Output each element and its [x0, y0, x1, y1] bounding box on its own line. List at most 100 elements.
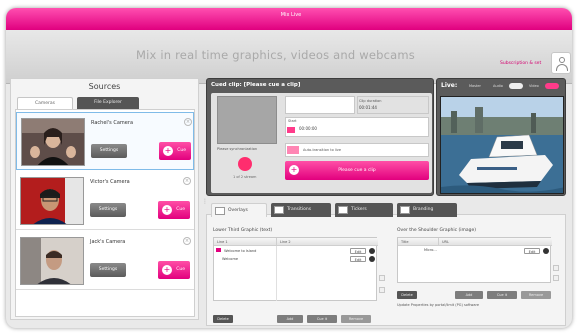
delete-button[interactable]: Delete [397, 291, 417, 299]
user-avatar-icon[interactable] [551, 52, 571, 74]
avatar-head [559, 57, 565, 63]
app-header: Mix in real time graphics, videos and we… [6, 30, 572, 84]
cued-clip-title: Cued clip: [Please cue a clip] [211, 82, 301, 88]
update-note: Update Properties by portal/limit (PG) s… [397, 303, 479, 307]
camera-thumbnail [21, 118, 85, 166]
tab-overlays-label: Overlays [228, 208, 248, 213]
tickers-icon [338, 206, 348, 214]
settings-button[interactable]: Settings [91, 144, 127, 158]
table-row[interactable]: Micro... [424, 248, 437, 252]
remove-button[interactable]: Remove [521, 291, 551, 299]
cue-button[interactable]: + Cue [159, 142, 191, 160]
tab-overlays[interactable]: Overlays [211, 203, 267, 217]
panel-splitter-handle[interactable]: ⋮ [202, 198, 208, 212]
camera-name: Jack's Camera [90, 239, 126, 245]
title-bar: Mix Live [6, 8, 572, 30]
lower-third-title: Lower Third Graphic (text) [213, 228, 273, 233]
cue-it-button[interactable]: Cue it [307, 315, 337, 323]
tab-file-explorer[interactable]: File Explorer [77, 97, 139, 109]
camera-name: Victor's Camera [90, 179, 130, 185]
cue-button[interactable]: + Cue [158, 201, 190, 219]
start-value: 00:00:00 [299, 126, 317, 131]
auto-transition-toggle[interactable] [287, 146, 299, 154]
live-title: Live: [441, 82, 458, 89]
add-button[interactable]: Add [277, 315, 303, 323]
sources-panel: Sources Cameras File Explorer Rachel's C… [10, 78, 199, 320]
cue-clip-label: Please cue a clip [338, 168, 376, 173]
add-button[interactable]: Add [455, 291, 483, 299]
lower-third-table: Line 1 Line 2 Welcome to Island Edit Wel… [213, 237, 378, 301]
tab-cameras[interactable]: Cameras [17, 97, 73, 109]
cue-clip-button[interactable]: + Please cue a clip [285, 161, 429, 180]
delete-button[interactable]: Delete [213, 315, 233, 323]
tab-tickers-label: Tickers [351, 207, 367, 212]
cue-label: Cue [177, 148, 186, 153]
close-icon[interactable]: × [183, 237, 191, 245]
remove-row-icon[interactable] [369, 248, 375, 254]
audio-control[interactable]: Audio [493, 84, 503, 88]
camera-item-rachel[interactable]: Rachel's Camera × Settings + Cue [16, 112, 194, 170]
tab-transitions-label: Transitions [287, 207, 312, 212]
camera-list: Rachel's Camera × Settings + Cue Victor'… [15, 109, 195, 317]
stream-count-text: 1 of 2 stream [233, 175, 257, 179]
remove-button[interactable]: Remove [341, 315, 371, 323]
start-label: Start [288, 119, 297, 123]
camera-thumbnail-image [22, 119, 84, 165]
edit-button[interactable]: Edit [350, 248, 366, 254]
cue-button[interactable]: + Cue [158, 261, 190, 279]
user-link[interactable]: Subscription & set [500, 61, 541, 66]
preview-status-text: Please synchronization [217, 147, 258, 151]
move-down-icon[interactable] [379, 287, 385, 293]
camera-item-victor[interactable]: Victor's Camera × Settings + Cue [16, 172, 194, 230]
tab-branding-label: Branding [413, 207, 434, 212]
close-icon[interactable]: × [183, 177, 191, 185]
remove-row-icon[interactable] [369, 256, 375, 262]
video-control[interactable]: Video [529, 84, 539, 88]
video-toggle[interactable] [545, 83, 559, 89]
camera-thumbnail [20, 177, 84, 225]
edit-button[interactable]: Edit [524, 248, 540, 254]
cue-label: Cue [176, 207, 185, 212]
move-up-icon[interactable] [379, 275, 385, 281]
column-header-line2[interactable]: Line 2 [276, 238, 378, 246]
tab-branding[interactable]: Branding [397, 203, 457, 217]
cued-clip-body: Please synchronization 1 of 2 stream Cli… [211, 93, 432, 193]
app-window: Mix Live Mix in real time graphics, vide… [6, 8, 572, 328]
cue-it-button[interactable]: Cue it [487, 291, 517, 299]
transitions-icon [274, 206, 284, 214]
cue-label: Cue [176, 267, 185, 272]
plus-icon: + [162, 265, 172, 275]
branding-icon [400, 206, 410, 214]
live-video-image [441, 97, 563, 193]
column-divider [276, 246, 277, 301]
camera-thumbnail [20, 237, 84, 285]
tab-transitions[interactable]: Transitions [271, 203, 331, 217]
master-control[interactable]: Master [469, 84, 481, 88]
tab-tickers[interactable]: Tickers [335, 203, 393, 217]
header-tagline: Mix in real time graphics, videos and we… [136, 48, 415, 62]
move-down-icon[interactable] [553, 275, 559, 281]
table-row[interactable]: Welcome to Island [216, 248, 256, 253]
column-header-title[interactable]: Title [398, 238, 438, 246]
settings-button[interactable]: Settings [90, 203, 126, 217]
remove-row-icon[interactable] [543, 248, 549, 254]
plus-icon: + [289, 165, 299, 175]
column-header-line1[interactable]: Line 1 [214, 238, 276, 246]
close-icon[interactable]: × [184, 118, 192, 126]
cued-clip-panel: Cued clip: [Please cue a clip] Please sy… [206, 78, 434, 196]
move-up-icon[interactable] [553, 265, 559, 271]
clip-name-field[interactable] [285, 96, 355, 114]
clip-preview [217, 96, 277, 144]
settings-button[interactable]: Settings [90, 263, 126, 277]
live-panel: Live: Master Audio Video [436, 78, 566, 196]
column-header-url[interactable]: URL [438, 238, 552, 246]
camera-name: Rachel's Camera [91, 120, 134, 126]
title-tab-label[interactable]: Mix Live [276, 10, 306, 20]
record-button[interactable] [238, 157, 252, 171]
edit-button[interactable]: Edit [350, 256, 366, 262]
start-marker [287, 127, 295, 133]
table-row[interactable]: Welcome [222, 257, 238, 261]
avatar-body [556, 64, 568, 71]
camera-item-jack[interactable]: Jack's Camera × Settings + Cue [16, 232, 194, 290]
audio-toggle[interactable] [509, 83, 523, 89]
